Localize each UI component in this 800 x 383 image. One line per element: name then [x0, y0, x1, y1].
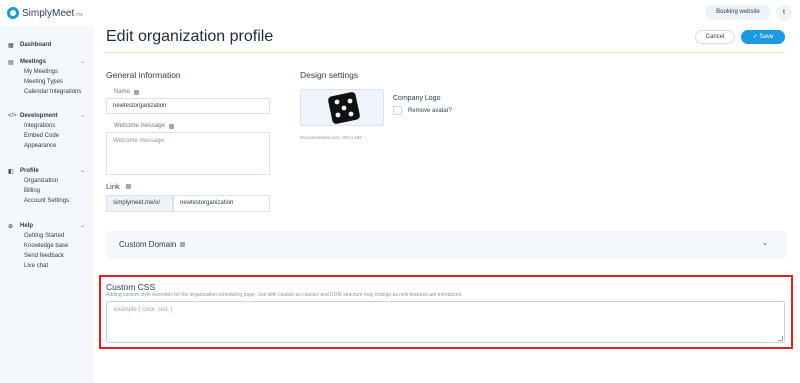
- sidebar-item-label: Dashboard: [20, 42, 52, 48]
- sidebar-item-label: Development: [20, 113, 58, 119]
- sidebar-item-organization[interactable]: Organization: [0, 176, 93, 186]
- custom-css-description: Adding custom style overrides for the or…: [106, 292, 463, 298]
- booking-website-button[interactable]: Booking website: [705, 5, 771, 20]
- link-label-text: Link: [106, 182, 120, 191]
- page-title: Edit organization profile: [106, 28, 274, 45]
- company-logo-preview[interactable]: [300, 89, 384, 126]
- cancel-button[interactable]: Cancel: [695, 30, 735, 44]
- sidebar-section-help: ⊕ Help ⌄ Getting Started Knowledge base …: [0, 221, 93, 271]
- sidebar-section-meetings: ▤ Meetings ⌄ My Meetings Meeting Types C…: [0, 57, 93, 97]
- sidebar-item-appearance[interactable]: Appearance: [0, 141, 93, 151]
- sidebar-section-dashboard: ▦ Dashboard: [0, 40, 93, 50]
- avatar[interactable]: t: [776, 5, 792, 21]
- welcome-message-textarea[interactable]: Welcome message: [106, 132, 270, 175]
- custom-domain-title-text: Custom Domain: [119, 240, 177, 249]
- design-settings-title: Design settings: [300, 70, 359, 80]
- sidebar-item-dashboard[interactable]: ▦ Dashboard: [0, 40, 93, 50]
- company-logo-label: Company Logo: [393, 95, 441, 102]
- link-label: Link: [106, 182, 131, 191]
- sidebar-item-development[interactable]: </> Development ⌄: [0, 111, 93, 121]
- welcome-message-placeholder: Welcome message: [113, 138, 164, 144]
- sidebar-item-billing[interactable]: Billing: [0, 186, 93, 196]
- custom-domain-panel[interactable]: Custom Domain ⌄: [106, 231, 786, 259]
- custom-css-title: Custom CSS: [106, 282, 156, 292]
- link-input[interactable]: newtestorganization: [173, 195, 270, 212]
- welcome-message-label-text: Welcome message: [114, 123, 165, 129]
- name-label: Name: [114, 89, 140, 95]
- chevron-down-icon: ⌄: [79, 168, 85, 174]
- user-icon: ◧: [8, 168, 14, 175]
- logo-text: SimplyMeet: [22, 7, 75, 19]
- sidebar-section-development: </> Development ⌄ Integrations Embed Cod…: [0, 111, 93, 151]
- sidebar-item-label: Profile: [20, 168, 39, 174]
- sidebar-item-knowledge-base[interactable]: Knowledge base: [0, 241, 93, 251]
- sidebar-item-send-feedback[interactable]: Send feedback: [0, 251, 93, 261]
- remove-avatar-label[interactable]: Remove avatar?: [408, 108, 452, 114]
- name-input[interactable]: newtestorganization: [106, 98, 270, 114]
- calendar-icon: ▤: [8, 59, 14, 66]
- header-divider: [106, 52, 785, 53]
- info-icon[interactable]: [134, 89, 140, 95]
- sidebar-item-getting-started[interactable]: Getting Started: [0, 231, 93, 241]
- dice-icon: [328, 92, 360, 124]
- recommended-size-note: Recommended size: 320 x 160: [300, 135, 363, 140]
- app-logo[interactable]: SimplyMeet me: [7, 7, 83, 19]
- name-label-text: Name: [114, 89, 131, 95]
- info-icon[interactable]: [125, 184, 131, 189]
- sidebar-item-live-chat[interactable]: Live chat: [0, 261, 93, 271]
- info-icon[interactable]: [168, 123, 174, 129]
- chevron-down-icon: ⌄: [79, 59, 85, 65]
- grid-icon: ▦: [8, 42, 14, 49]
- sidebar-item-help[interactable]: ⊕ Help ⌄: [0, 221, 93, 231]
- sidebar-item-profile[interactable]: ◧ Profile ⌄: [0, 166, 93, 176]
- custom-domain-title: Custom Domain: [119, 240, 186, 249]
- resize-handle-icon[interactable]: [778, 336, 783, 341]
- sidebar: ▦ Dashboard ▤ Meetings ⌄ My Meetings Mee…: [0, 26, 93, 383]
- sidebar-item-embed-code[interactable]: Embed Code: [0, 131, 93, 141]
- sidebar-item-account-settings[interactable]: Account Settings: [0, 196, 93, 206]
- remove-avatar-checkbox[interactable]: [393, 106, 402, 115]
- save-button[interactable]: ✓ Save: [741, 30, 785, 44]
- sidebar-item-label: Meetings: [20, 59, 47, 65]
- sidebar-item-calendar-integrations[interactable]: Calendar Integrations: [0, 87, 93, 97]
- check-icon: ✓: [752, 34, 760, 40]
- sidebar-section-profile: ◧ Profile ⌄ Organization Billing Account…: [0, 166, 93, 206]
- sidebar-item-meetings[interactable]: ▤ Meetings ⌄: [0, 57, 93, 67]
- help-icon: ⊕: [8, 223, 14, 230]
- link-prefix: simplymeet.me/o/: [106, 195, 173, 212]
- general-info-title: General information: [106, 70, 181, 80]
- sidebar-item-meeting-types[interactable]: Meeting Types: [0, 77, 93, 87]
- custom-css-placeholder: example { color: red; }: [114, 307, 173, 313]
- welcome-message-label: Welcome message: [114, 123, 174, 129]
- logo-sub: me: [76, 11, 84, 18]
- top-bar: SimplyMeet me Booking website t: [0, 0, 800, 26]
- sidebar-item-my-meetings[interactable]: My Meetings: [0, 67, 93, 77]
- info-icon[interactable]: [180, 242, 186, 247]
- sidebar-item-integrations[interactable]: Integrations: [0, 121, 93, 131]
- chevron-down-icon: ⌄: [79, 113, 85, 119]
- sidebar-item-label: Help: [20, 223, 34, 229]
- custom-css-textarea[interactable]: example { color: red; }: [106, 301, 785, 343]
- chevron-down-icon[interactable]: ⌄: [762, 239, 768, 247]
- chevron-down-icon: ⌄: [79, 223, 85, 229]
- simplymeet-logo-icon: [7, 7, 19, 19]
- code-icon: </>: [8, 113, 17, 119]
- save-button-label: Save: [759, 34, 774, 40]
